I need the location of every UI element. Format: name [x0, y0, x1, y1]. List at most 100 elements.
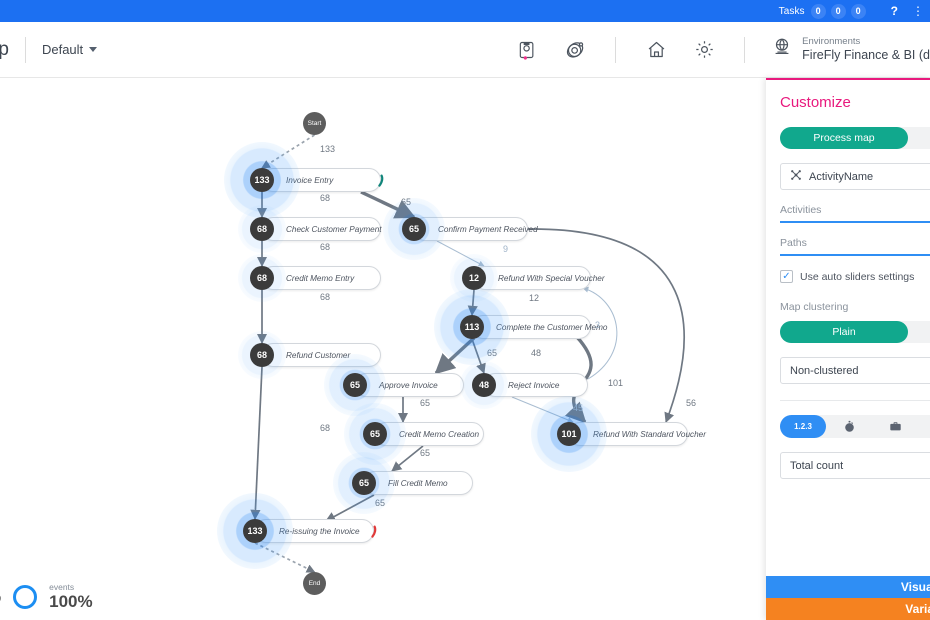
process-edge[interactable] [471, 338, 486, 374]
segment-process-map[interactable]: Process map [780, 127, 908, 149]
edge-frequency-label: 3 [595, 320, 601, 330]
home-icon[interactable] [639, 33, 673, 67]
process-map-edges [250, 134, 685, 573]
node-pill[interactable]: Credit Memo Creation [374, 422, 484, 446]
activity-name-field[interactable]: ActivityName [780, 163, 930, 190]
terminal-node-end[interactable]: End [303, 572, 326, 595]
segment-plain[interactable]: Plain [780, 321, 908, 343]
node-count-badge: 12 [462, 266, 486, 290]
task-badge-0[interactable]: 0 [810, 3, 826, 19]
clustering-segmented-control[interactable]: Plain [780, 321, 930, 343]
overflow-menu-icon[interactable]: ⋮ [912, 5, 924, 17]
task-badge-1[interactable]: 0 [830, 3, 846, 19]
node-pill[interactable]: Refund With Special Voucher [473, 266, 605, 290]
node-label: Credit Memo Entry [286, 273, 355, 283]
node-label: Check Customer Payment [286, 224, 382, 234]
variants-button[interactable]: Variants [766, 598, 930, 620]
count-metric-icon[interactable]: 1.2.3 [780, 415, 826, 438]
auto-sliders-checkbox[interactable]: ✓ [780, 270, 793, 283]
process-edge[interactable] [254, 542, 316, 573]
snapshot-icon[interactable] [510, 33, 544, 67]
preset-selector[interactable]: Default [41, 42, 98, 57]
node-pill[interactable]: Reject Invoice [483, 373, 588, 397]
terminal-node-start[interactable]: Start [303, 112, 326, 135]
process-node[interactable]: Refund With Special Voucher 12 [450, 254, 605, 302]
process-edge[interactable] [434, 336, 476, 375]
process-map-canvas[interactable]: Start Invoice Entry 133 Check Customer Paym… [0, 78, 766, 620]
process-node[interactable]: Credit Memo Entry 68 [238, 254, 381, 302]
stopwatch-icon[interactable] [826, 415, 872, 438]
environment-selector[interactable]: Environments FireFly Finance & BI (d [771, 36, 930, 64]
cases-percent-clipped: % [0, 587, 1, 607]
node-label: Confirm Payment Received [438, 224, 538, 234]
node-pill[interactable]: Fill Credit Memo [363, 471, 473, 495]
process-edge[interactable] [511, 396, 574, 423]
node-label: Approve Invoice [379, 380, 438, 390]
process-node[interactable]: Reject Invoice 48 [460, 361, 588, 409]
clustering-value: Non-clustered [790, 364, 859, 377]
activities-slider-track[interactable] [780, 221, 930, 223]
node-pill[interactable]: Confirm Payment Received [413, 217, 538, 241]
panel-divider [780, 400, 930, 401]
process-edge[interactable] [325, 494, 375, 522]
process-edge[interactable] [467, 289, 478, 317]
events-caption: events [49, 581, 75, 592]
process-edge[interactable] [436, 240, 485, 267]
view-mode-segmented-control[interactable]: Process map [780, 127, 930, 149]
process-node[interactable]: Confirm Payment Received 65 [383, 198, 538, 260]
task-badge-2[interactable]: 0 [850, 3, 866, 19]
visualize-button[interactable]: Visualize [766, 576, 930, 598]
process-node[interactable]: Refund With Standard Voucher 101 [531, 396, 706, 472]
paths-slider-track[interactable] [780, 254, 930, 256]
node-count-badge: 133 [250, 168, 274, 192]
paths-slider[interactable]: Paths [780, 237, 930, 256]
edge-frequency-label: 48 [531, 348, 542, 358]
node-count-badge: 65 [402, 217, 426, 241]
chevron-down-icon [89, 47, 98, 52]
preset-label: Default [41, 42, 84, 57]
metric-select[interactable]: Total count [780, 452, 930, 479]
edge-frequency-label: 12 [529, 293, 540, 303]
help-icon[interactable]: ? [891, 4, 898, 18]
node-label: Reject Invoice [508, 380, 560, 390]
node-count-badge: 68 [250, 343, 274, 367]
process-node[interactable]: Approve Invoice 65 [324, 354, 464, 416]
process-node[interactable]: Credit Memo Creation 65 [344, 403, 484, 465]
process-node[interactable]: Complete the Customer Memo 113 [434, 289, 607, 365]
briefcase-icon[interactable] [872, 415, 918, 438]
coverage-stats: % events 100% [0, 581, 93, 612]
metric-type-toggle-group[interactable]: 1.2.3 [780, 415, 930, 438]
node-pill[interactable]: Re-issuing the Invoice [254, 519, 377, 543]
edge-frequency-label: 56 [686, 398, 697, 408]
orbit-icon[interactable] [558, 33, 592, 67]
node-pill[interactable]: Credit Memo Entry [261, 266, 381, 290]
node-pill[interactable]: Invoice Entry [261, 168, 384, 192]
node-label: Refund Customer [286, 350, 351, 360]
node-count-badge: 65 [363, 422, 387, 446]
node-pill[interactable]: Complete the Customer Memo [471, 315, 607, 339]
gear-icon[interactable] [687, 33, 721, 67]
process-node[interactable]: Check Customer Payment 68 [238, 205, 382, 253]
process-edge[interactable] [391, 445, 424, 472]
bank-icon[interactable] [918, 415, 930, 438]
process-node[interactable]: Refund Customer 68 [238, 331, 381, 379]
node-count-badge: 101 [557, 422, 581, 446]
events-value: 100% [49, 592, 93, 612]
process-node[interactable]: Re-issuing the Invoice 133 [217, 493, 377, 569]
header-divider-3 [744, 36, 746, 63]
process-node[interactable]: Invoice Entry 133 [224, 142, 384, 218]
node-pill[interactable]: Approve Invoice [354, 373, 464, 397]
auto-sliders-checkbox-row[interactable]: ✓ Use auto sliders settings [780, 270, 930, 283]
process-edge[interactable] [261, 134, 315, 169]
activities-slider[interactable]: Activities [780, 204, 930, 223]
terminal-node-label: Start [307, 120, 322, 127]
node-pill[interactable]: Refund With Standard Voucher [568, 422, 706, 446]
node-pill[interactable]: Check Customer Payment [261, 217, 382, 241]
node-pill[interactable]: Refund Customer [261, 343, 381, 367]
node-label: Refund With Standard Voucher [593, 429, 706, 439]
events-donut-icon [13, 585, 38, 610]
activities-slider-label: Activities [780, 204, 822, 216]
process-node[interactable]: Fill Credit Memo 65 [333, 452, 473, 514]
process-edge[interactable] [250, 366, 263, 521]
clustering-select[interactable]: Non-clustered [780, 357, 930, 384]
